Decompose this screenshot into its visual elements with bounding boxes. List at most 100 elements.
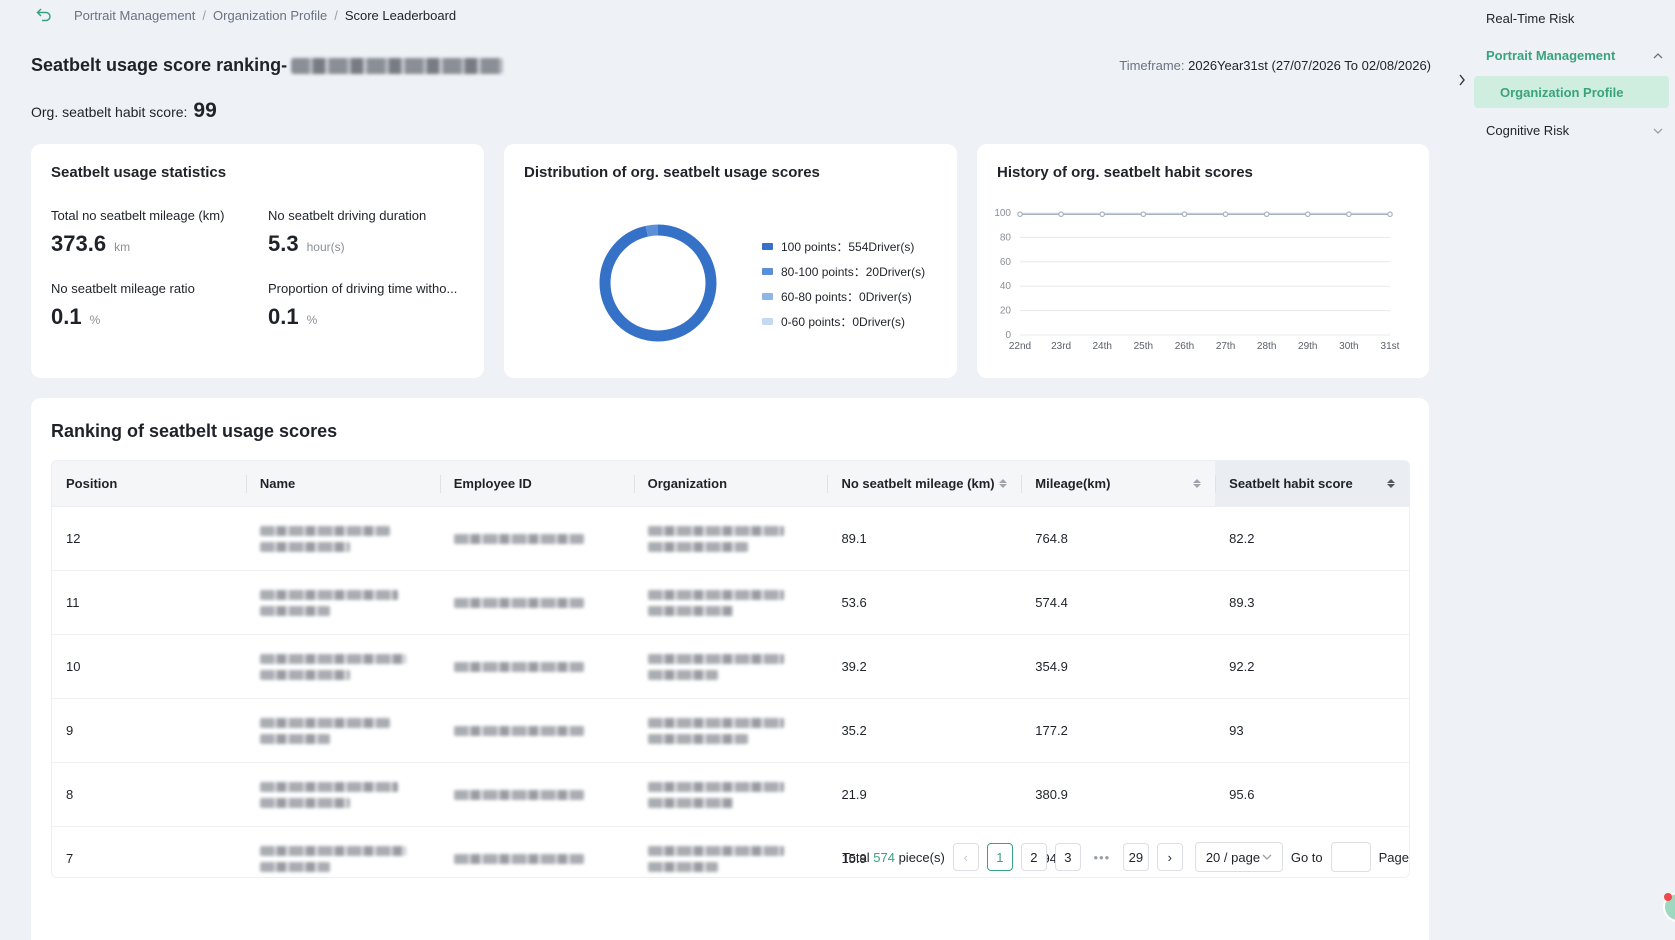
sidebar-collapse-button[interactable] — [1452, 70, 1472, 90]
cell-name — [246, 763, 440, 826]
stat-driving-time-proportion: Proportion of driving time witho... 0.1% — [268, 281, 457, 330]
sort-icon[interactable] — [1387, 479, 1396, 488]
stat-mileage-ratio: No seatbelt mileage ratio 0.1% — [51, 281, 195, 330]
cell-employee-id — [440, 635, 634, 698]
y-tick-label: 0 — [1005, 330, 1011, 341]
stat-label: Proportion of driving time witho... — [268, 281, 458, 296]
x-tick-label: 28th — [1257, 341, 1276, 352]
redacted-text — [647, 845, 784, 872]
stat-value: 373.6 — [51, 231, 107, 256]
table-row[interactable]: 12 89.1 764.8 82.2 — [52, 507, 1409, 571]
cell-position: 11 — [66, 595, 80, 610]
menu-item-cognitive-risk[interactable]: Cognitive Risk — [1474, 112, 1675, 149]
goto-page-input[interactable] — [1330, 842, 1371, 872]
timeframe: Timeframe: 2026Year31st (27/07/2026 To 0… — [1119, 58, 1431, 73]
data-point[interactable] — [1099, 211, 1106, 218]
x-tick-label: 24th — [1092, 341, 1111, 352]
ranking-title: Ranking of seatbelt usage scores — [51, 421, 338, 441]
data-point[interactable] — [1058, 211, 1064, 218]
legend-swatch — [762, 243, 773, 250]
breadcrumb-portrait-management[interactable]: Portrait Management — [74, 8, 195, 23]
total-count: 574 — [873, 849, 895, 865]
stat-total-mileage: Total no seatbelt mileage (km) 373.6 km — [51, 208, 224, 257]
table-row[interactable]: 10 39.2 354.9 92.2 — [52, 635, 1409, 699]
breadcrumb-organization-profile[interactable]: Organization Profile — [213, 8, 327, 23]
table-row[interactable]: 9 35.2 177.2 93 — [52, 699, 1409, 763]
timeframe-value: 2026Year31st (27/07/2026 To 02/08/2026) — [1188, 58, 1431, 73]
column-header-position: Position — [52, 461, 246, 506]
data-point[interactable] — [1181, 211, 1188, 218]
stat-label: No seatbelt mileage ratio — [51, 281, 195, 296]
column-label: No seatbelt mileage (km) — [841, 476, 995, 491]
legend-item[interactable]: 100 points：554Driver(s) — [762, 234, 925, 259]
legend-label: 60-80 points：0Driver(s) — [781, 290, 912, 304]
data-point[interactable] — [1346, 211, 1352, 218]
x-tick-label: 23rd — [1051, 341, 1071, 352]
cell-name — [246, 507, 440, 570]
column-header-habit-score[interactable]: Seatbelt habit score — [1215, 461, 1409, 506]
sort-icon[interactable] — [999, 479, 1008, 488]
cell-no-seatbelt-mileage: 35.2 — [841, 723, 867, 738]
legend-label: 80-100 points：20Driver(s) — [781, 265, 926, 279]
cell-organization — [634, 571, 828, 634]
data-point[interactable] — [1387, 211, 1393, 218]
goto-label: Go to — [1290, 849, 1323, 865]
legend-swatch — [762, 318, 773, 325]
menu-item-portrait-management[interactable]: Portrait Management — [1474, 37, 1675, 74]
page-button-last[interactable]: 29 — [1122, 843, 1149, 871]
stats-card-title: Seatbelt usage statistics — [51, 164, 227, 181]
cell-organization — [634, 763, 828, 826]
redacted-text — [453, 661, 584, 672]
table-body: 12 89.1 764.8 82.2 11 53.6 574.4 89.3 10 39.2 354.… — [52, 507, 1409, 877]
cell-name — [246, 827, 440, 877]
y-tick-label: 40 — [1000, 281, 1012, 292]
pagination-ellipsis[interactable]: ••• — [1089, 850, 1115, 865]
history-card-title: History of org. seatbelt habit scores — [997, 164, 1253, 181]
redacted-text — [259, 525, 390, 552]
menu-item-organization-profile[interactable]: Organization Profile — [1474, 76, 1669, 108]
cell-habit-score: 92.2 — [1229, 659, 1255, 674]
legend-item[interactable]: 80-100 points：20Driver(s) — [762, 259, 925, 284]
data-point[interactable] — [1222, 211, 1229, 218]
page-button-1[interactable]: 1 — [986, 843, 1013, 871]
back-arrow-icon[interactable] — [36, 6, 56, 24]
menu-item-real-time-risk[interactable]: Real-Time Risk — [1474, 0, 1675, 37]
cell-habit-score: 89.3 — [1229, 595, 1255, 610]
table-row[interactable]: 11 53.6 574.4 89.3 — [52, 571, 1409, 635]
cell-employee-id — [440, 571, 634, 634]
data-point[interactable] — [1304, 211, 1311, 218]
data-point[interactable] — [1263, 211, 1270, 218]
cell-employee-id — [440, 699, 634, 762]
legend-item[interactable]: 60-80 points：0Driver(s) — [762, 284, 925, 309]
column-header-mileage[interactable]: Mileage(km) — [1021, 461, 1215, 506]
column-header-no-seatbelt-mileage[interactable]: No seatbelt mileage (km) — [827, 461, 1021, 506]
y-tick-label: 20 — [1000, 306, 1012, 317]
prev-page-button[interactable]: ‹ — [952, 843, 979, 871]
x-tick-label: 26th — [1175, 341, 1194, 352]
column-label: Seatbelt habit score — [1229, 476, 1353, 491]
x-tick-label: 22nd — [1009, 341, 1031, 352]
ranking-card: Ranking of seatbelt usage scores Positio… — [31, 398, 1429, 940]
table-row[interactable]: 8 21.9 380.9 95.6 — [52, 763, 1409, 827]
redacted-text — [647, 653, 784, 680]
cell-name — [246, 635, 440, 698]
data-point[interactable] — [1140, 211, 1147, 218]
column-header-employee-id: Employee ID — [439, 461, 634, 506]
distribution-donut-chart — [599, 224, 717, 342]
next-page-button[interactable]: › — [1156, 843, 1183, 871]
history-line-chart: 0 20 40 60 80 100 22nd 23rd 24th 25th 26th 27th 28th… — [994, 208, 1399, 352]
redacted-text — [647, 525, 784, 552]
page-button-3[interactable]: 3 — [1054, 843, 1081, 871]
page-size-select[interactable]: 20 / page — [1194, 842, 1283, 872]
x-tick-label: 27th — [1216, 341, 1235, 352]
stat-value: 0.1 — [51, 304, 82, 329]
page-button-2[interactable]: 2 — [1020, 843, 1047, 871]
column-label: Organization — [647, 476, 728, 491]
sort-icon[interactable] — [1193, 479, 1202, 488]
legend-item[interactable]: 0-60 points：0Driver(s) — [762, 309, 925, 334]
legend-swatch — [762, 293, 773, 300]
legend-label: 100 points：554Driver(s) — [781, 240, 915, 254]
cell-no-seatbelt-mileage: 39.2 — [841, 659, 867, 674]
menu-item-label: Cognitive Risk — [1486, 123, 1570, 138]
data-point[interactable] — [1017, 211, 1023, 218]
